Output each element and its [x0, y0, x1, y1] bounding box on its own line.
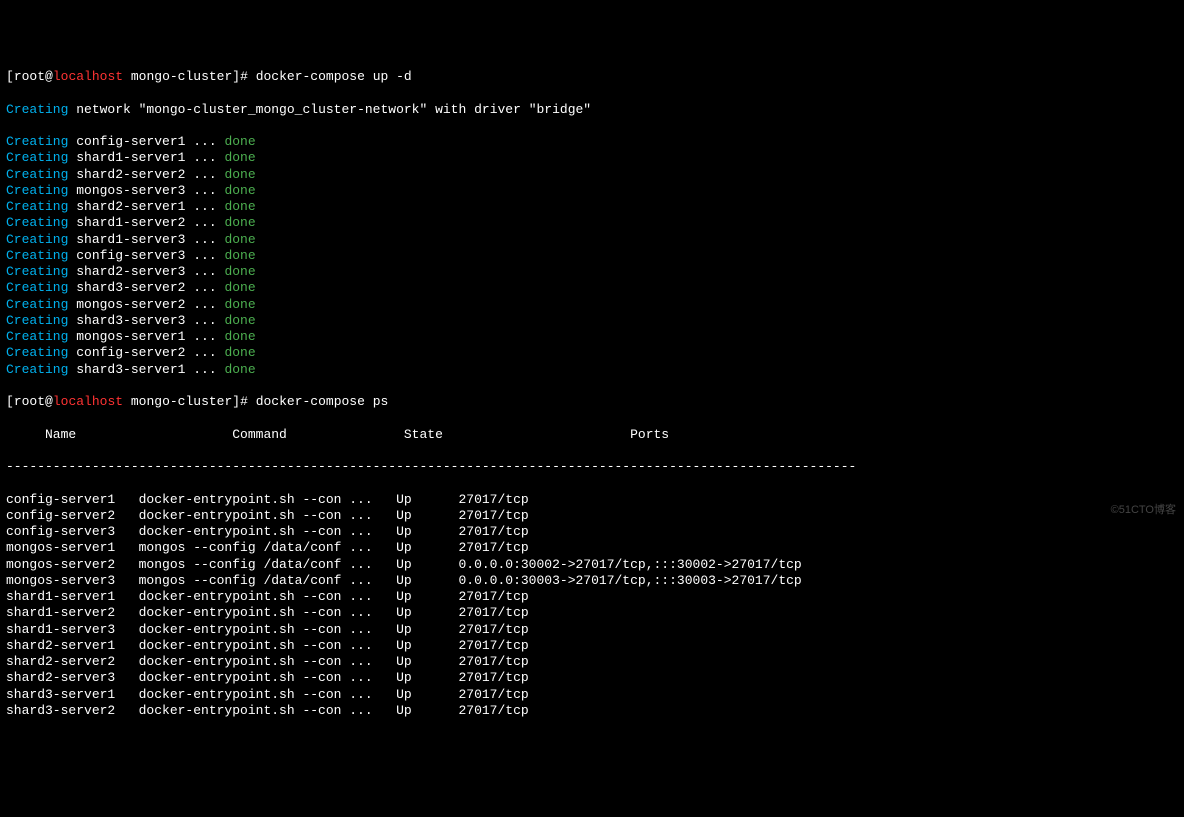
- ps-row: shard2-server3 docker-entrypoint.sh --co…: [6, 670, 1178, 686]
- prompt-line-2[interactable]: [root@localhost mongo-cluster]# docker-c…: [6, 394, 1178, 410]
- creating-label: Creating: [6, 248, 68, 263]
- status-done: done: [224, 264, 255, 279]
- status-done: done: [224, 232, 255, 247]
- service-name: config-server2 ...: [68, 345, 224, 360]
- status-done: done: [224, 167, 255, 182]
- ps-header: Name Command State Ports: [6, 427, 1178, 443]
- ps-row: config-server1 docker-entrypoint.sh --co…: [6, 492, 1178, 508]
- status-done: done: [224, 362, 255, 377]
- status-done: done: [224, 248, 255, 263]
- service-name: shard1-server1 ...: [68, 150, 224, 165]
- service-name: mongos-server3 ...: [68, 183, 224, 198]
- status-done: done: [224, 329, 255, 344]
- status-done: done: [224, 215, 255, 230]
- service-name: shard3-server1 ...: [68, 362, 224, 377]
- status-done: done: [224, 199, 255, 214]
- ps-row: shard1-server2 docker-entrypoint.sh --co…: [6, 605, 1178, 621]
- creating-line: Creating shard1-server3 ... done: [6, 232, 1178, 248]
- status-done: done: [224, 134, 255, 149]
- ps-row: shard3-server2 docker-entrypoint.sh --co…: [6, 703, 1178, 719]
- creating-line: Creating shard3-server2 ... done: [6, 280, 1178, 296]
- ps-row: mongos-server1 mongos --config /data/con…: [6, 540, 1178, 556]
- status-done: done: [224, 345, 255, 360]
- creating-label: Creating: [6, 232, 68, 247]
- service-name: shard1-server3 ...: [68, 232, 224, 247]
- creating-label: Creating: [6, 362, 68, 377]
- creating-line: Creating shard2-server2 ... done: [6, 167, 1178, 183]
- watermark: ©51CTO博客: [1111, 504, 1176, 518]
- ps-row: mongos-server2 mongos --config /data/con…: [6, 557, 1178, 573]
- creating-label: Creating: [6, 150, 68, 165]
- service-name: shard2-server2 ...: [68, 167, 224, 182]
- service-name: mongos-server2 ...: [68, 297, 224, 312]
- creating-label: Creating: [6, 313, 68, 328]
- creating-line: Creating shard2-server3 ... done: [6, 264, 1178, 280]
- creating-line: Creating shard3-server3 ... done: [6, 313, 1178, 329]
- ps-row: config-server3 docker-entrypoint.sh --co…: [6, 524, 1178, 540]
- creating-line: Creating shard3-server1 ... done: [6, 362, 1178, 378]
- ps-row: shard2-server1 docker-entrypoint.sh --co…: [6, 638, 1178, 654]
- creating-label: Creating: [6, 264, 68, 279]
- status-done: done: [224, 183, 255, 198]
- status-done: done: [224, 313, 255, 328]
- command-1: docker-compose up -d: [256, 69, 412, 84]
- creating-label: Creating: [6, 329, 68, 344]
- creating-label: Creating: [6, 199, 68, 214]
- creating-label: Creating: [6, 183, 68, 198]
- creating-label: Creating: [6, 297, 68, 312]
- prompt-line-1[interactable]: [root@localhost mongo-cluster]# docker-c…: [6, 69, 1178, 85]
- prompt-user: root: [14, 394, 45, 409]
- creating-line: Creating config-server2 ... done: [6, 345, 1178, 361]
- creating-line: Creating shard1-server1 ... done: [6, 150, 1178, 166]
- ps-row: shard2-server2 docker-entrypoint.sh --co…: [6, 654, 1178, 670]
- service-name: shard3-server3 ...: [68, 313, 224, 328]
- service-name: config-server3 ...: [68, 248, 224, 263]
- creating-line: Creating mongos-server1 ... done: [6, 329, 1178, 345]
- creating-label: Creating: [6, 134, 68, 149]
- status-done: done: [224, 297, 255, 312]
- creating-label: Creating: [6, 280, 68, 295]
- service-name: mongos-server1 ...: [68, 329, 224, 344]
- command-2: docker-compose ps: [256, 394, 389, 409]
- creating-line: Creating config-server3 ... done: [6, 248, 1178, 264]
- creating-line: Creating mongos-server3 ... done: [6, 183, 1178, 199]
- prompt-host: localhost: [53, 394, 123, 409]
- prompt-user: root: [14, 69, 45, 84]
- status-done: done: [224, 150, 255, 165]
- service-name: shard3-server2 ...: [68, 280, 224, 295]
- ps-row: shard1-server1 docker-entrypoint.sh --co…: [6, 589, 1178, 605]
- prompt-host: localhost: [53, 69, 123, 84]
- service-name: config-server1 ...: [68, 134, 224, 149]
- creating-line: Creating mongos-server2 ... done: [6, 297, 1178, 313]
- creating-line: Creating shard2-server1 ... done: [6, 199, 1178, 215]
- ps-row: mongos-server3 mongos --config /data/con…: [6, 573, 1178, 589]
- service-name: shard2-server1 ...: [68, 199, 224, 214]
- creating-line: Creating shard1-server2 ... done: [6, 215, 1178, 231]
- creating-label: Creating: [6, 345, 68, 360]
- ps-row: shard3-server1 docker-entrypoint.sh --co…: [6, 687, 1178, 703]
- network-create-line: Creating network "mongo-cluster_mongo_cl…: [6, 102, 1178, 118]
- creating-label: Creating: [6, 215, 68, 230]
- status-done: done: [224, 280, 255, 295]
- ps-row: shard1-server3 docker-entrypoint.sh --co…: [6, 622, 1178, 638]
- creating-line: Creating config-server1 ... done: [6, 134, 1178, 150]
- creating-label: Creating: [6, 167, 68, 182]
- service-name: shard1-server2 ...: [68, 215, 224, 230]
- service-name: shard2-server3 ...: [68, 264, 224, 279]
- ps-separator: ----------------------------------------…: [6, 459, 1178, 475]
